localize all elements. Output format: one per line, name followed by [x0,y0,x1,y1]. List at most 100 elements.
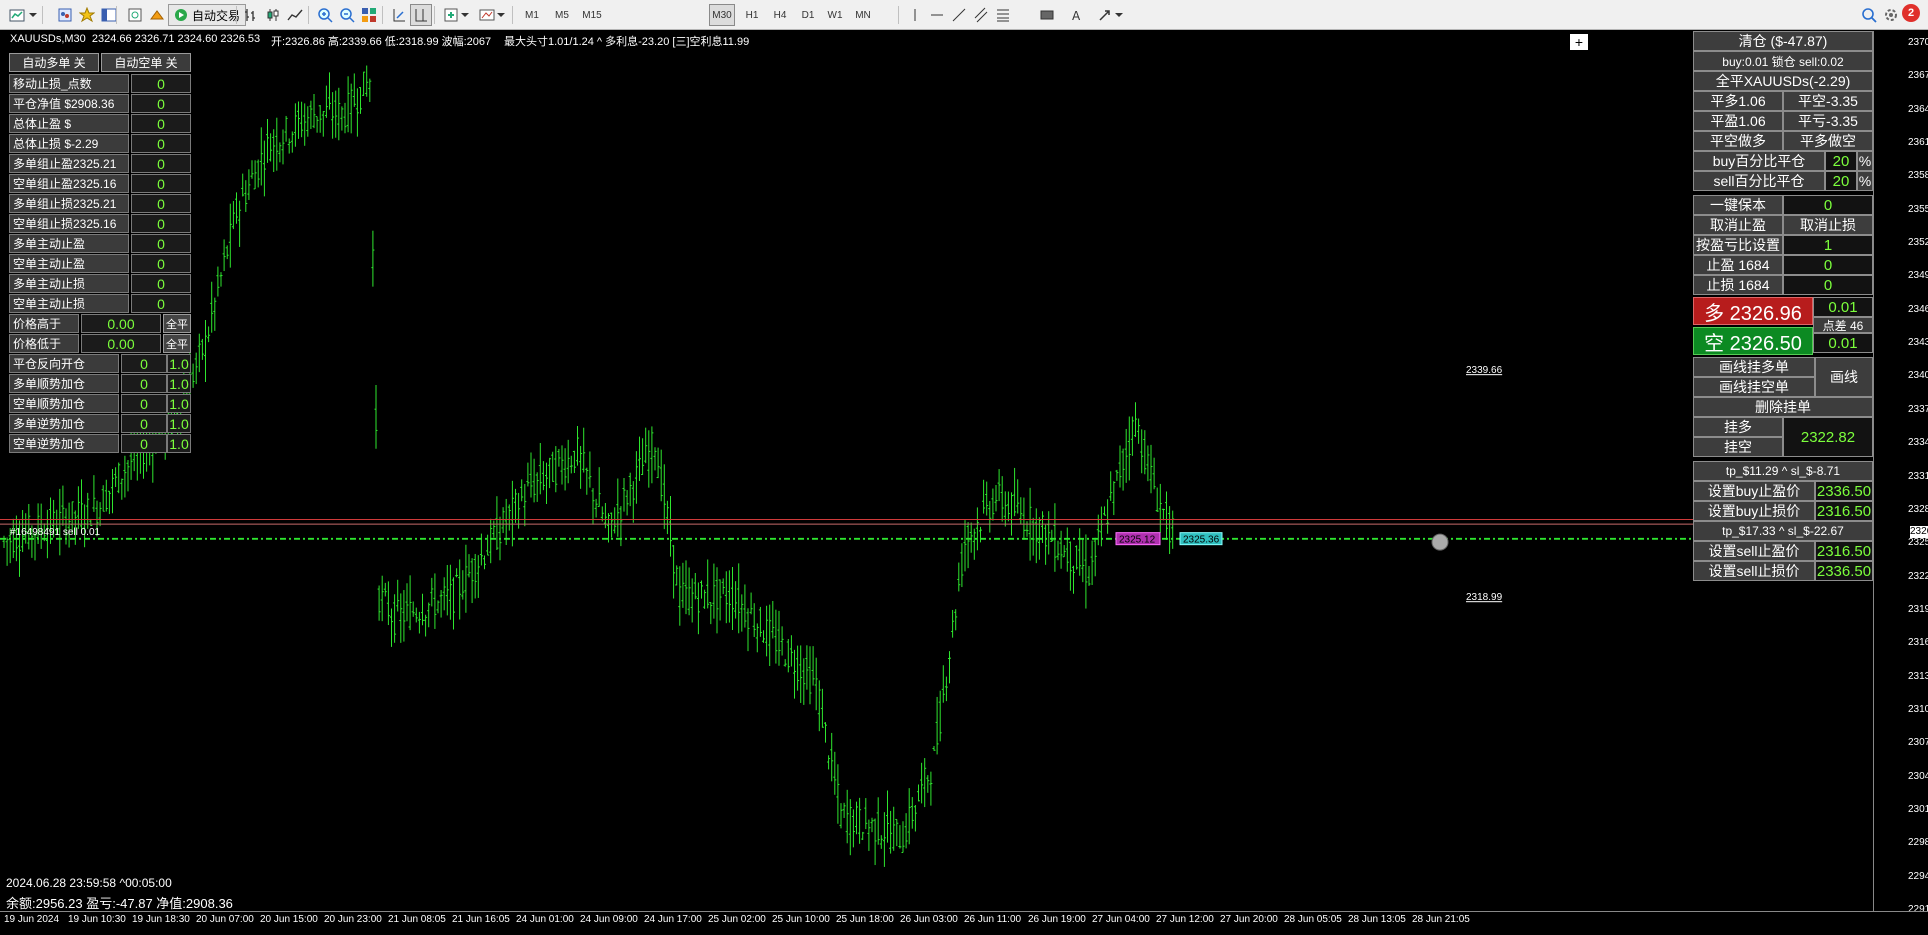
sell-sl-input[interactable]: 2336.50 [1815,561,1873,581]
buy-percent-input[interactable]: 20 [1825,151,1857,171]
add-position-input[interactable]: 0 [121,394,167,413]
terminal-icon[interactable] [124,4,146,26]
sell-percent-close-button[interactable]: sell百分比平仓 [1693,171,1825,191]
buy-percent-close-button[interactable]: buy百分比平仓 [1693,151,1825,171]
param-input[interactable]: 0 [131,114,191,133]
reverse-to-buy-button[interactable]: 平空做多 [1693,131,1783,151]
stop-loss-points-button[interactable]: 止损 1684 [1693,275,1783,295]
add-position-input[interactable]: 0 [121,354,167,373]
timeframe-mn[interactable]: MN [850,4,876,26]
price-chart[interactable]: 2325.12 2325.36 #16498491 sell 0.01 2339.66… [0,31,1693,911]
profiles-icon[interactable] [54,4,76,26]
close-loss-button[interactable]: 平亏-3.35 [1783,111,1873,131]
add-position-input[interactable]: 0 [121,414,167,433]
param-input[interactable]: 0 [131,214,191,233]
market-watch-icon[interactable] [76,4,98,26]
timeframe-w1[interactable]: W1 [822,4,848,26]
param-input[interactable]: 0 [131,194,191,213]
add-multiplier-input[interactable]: 1.0 [167,414,191,433]
arrows-icon[interactable] [1094,4,1116,26]
templates-icon[interactable] [476,4,498,26]
horizontal-line-icon[interactable] [926,4,948,26]
settings-icon[interactable] [1880,4,1902,26]
price-trigger-input[interactable]: 0.00 [81,314,161,333]
close-all-trigger-button[interactable]: 全平 [163,314,191,333]
set-sell-sl-button[interactable]: 设置sell止损价 [1693,561,1815,581]
indicators-icon[interactable] [440,4,462,26]
auto-trade-button[interactable]: 自动交易 [168,4,247,26]
param-input[interactable]: 0 [131,94,191,113]
line-chart-icon[interactable] [284,4,306,26]
bar-chart-icon[interactable] [240,4,262,26]
price-trigger-input[interactable]: 0.00 [81,334,161,353]
text-icon[interactable]: A [1066,4,1088,26]
sell-percent-input[interactable]: 20 [1825,171,1857,191]
buy-tp-input[interactable]: 2336.50 [1815,481,1873,501]
timeframe-h4[interactable]: H4 [767,4,793,26]
draw-sell-limit-button[interactable]: 画线挂空单 [1693,377,1815,397]
pending-buy-button[interactable]: 挂多 [1693,417,1783,437]
rectangle-icon[interactable] [1036,4,1058,26]
reverse-to-sell-button[interactable]: 平多做空 [1783,131,1873,151]
notification-badge[interactable]: 2 [1902,4,1920,22]
chart-shift-icon[interactable] [410,4,432,26]
timeframe-m1[interactable]: M1 [519,4,545,26]
chevron-down-icon[interactable] [496,4,506,26]
param-input[interactable]: 0 [131,234,191,253]
fibonacci-icon[interactable] [992,4,1014,26]
strategy-tester-icon[interactable] [146,4,168,26]
zoom-out-icon[interactable] [336,4,358,26]
chevron-down-icon[interactable] [460,4,470,26]
lock-position-button[interactable]: buy:0.01 锁仓 sell:0.02 [1693,51,1873,71]
set-sell-tp-button[interactable]: 设置sell止盈价 [1693,541,1815,561]
timeframe-h1[interactable]: H1 [739,4,765,26]
channel-icon[interactable] [970,4,992,26]
set-buy-sl-button[interactable]: 设置buy止损价 [1693,501,1815,521]
sell-tp-input[interactable]: 2316.50 [1815,541,1873,561]
timeframe-d1[interactable]: D1 [795,4,821,26]
new-chart-icon[interactable] [6,4,28,26]
timeframe-m30[interactable]: M30 [709,4,735,26]
sell-lot-input[interactable]: 0.01 [1813,333,1873,353]
search-icon[interactable] [1858,4,1880,26]
close-sell-button[interactable]: 平空-3.35 [1783,91,1873,111]
ratio-setting-button[interactable]: 按盈亏比设置 [1693,235,1783,255]
add-multiplier-input[interactable]: 1.0 [167,434,191,453]
close-symbol-button[interactable]: 全平XAUUSDs(-2.29) [1693,71,1873,91]
close-all-trigger-button[interactable]: 全平 [163,334,191,353]
sell-button[interactable]: 空 2326.50 [1693,327,1813,355]
zoom-in-icon[interactable] [314,4,336,26]
take-profit-points-button[interactable]: 止盈 1684 [1693,255,1783,275]
ratio-input[interactable]: 1 [1783,235,1873,255]
candlestick-icon[interactable] [262,4,284,26]
param-input[interactable]: 0 [131,274,191,293]
timeframe-m5[interactable]: M5 [549,4,575,26]
param-input[interactable]: 0 [131,134,191,153]
close-buy-button[interactable]: 平多1.06 [1693,91,1783,111]
cursor-line-icon[interactable] [904,4,926,26]
delete-pending-button[interactable]: 删除挂单 [1693,397,1873,417]
add-multiplier-input[interactable]: 1.0 [167,394,191,413]
param-input[interactable]: 0 [131,74,191,93]
stop-loss-input[interactable]: 0 [1783,275,1873,295]
param-input[interactable]: 0 [131,174,191,193]
buy-lot-input[interactable]: 0.01 [1813,297,1873,317]
param-input[interactable]: 0 [131,254,191,273]
param-input[interactable]: 0 [131,294,191,313]
chevron-down-icon[interactable] [28,4,38,26]
param-input[interactable]: 0 [131,154,191,173]
close-all-button[interactable]: 清仓 ($-47.87) [1693,31,1873,51]
take-profit-input[interactable]: 0 [1783,255,1873,275]
add-multiplier-input[interactable]: 1.0 [167,354,191,373]
cancel-stop-loss-button[interactable]: 取消止损 [1783,215,1873,235]
set-buy-tp-button[interactable]: 设置buy止盈价 [1693,481,1815,501]
draw-buy-limit-button[interactable]: 画线挂多单 [1693,357,1815,377]
drag-handle-icon[interactable] [1431,533,1449,551]
tile-windows-icon[interactable] [358,4,380,26]
auto-sell-toggle[interactable]: 自动空单 关 [101,53,191,72]
pending-sell-button[interactable]: 挂空 [1693,437,1783,457]
buy-button[interactable]: 多 2326.96 [1693,297,1813,325]
auto-buy-toggle[interactable]: 自动多单 关 [9,53,99,72]
add-position-input[interactable]: 0 [121,374,167,393]
pending-price-input[interactable]: 2322.82 [1783,417,1873,457]
